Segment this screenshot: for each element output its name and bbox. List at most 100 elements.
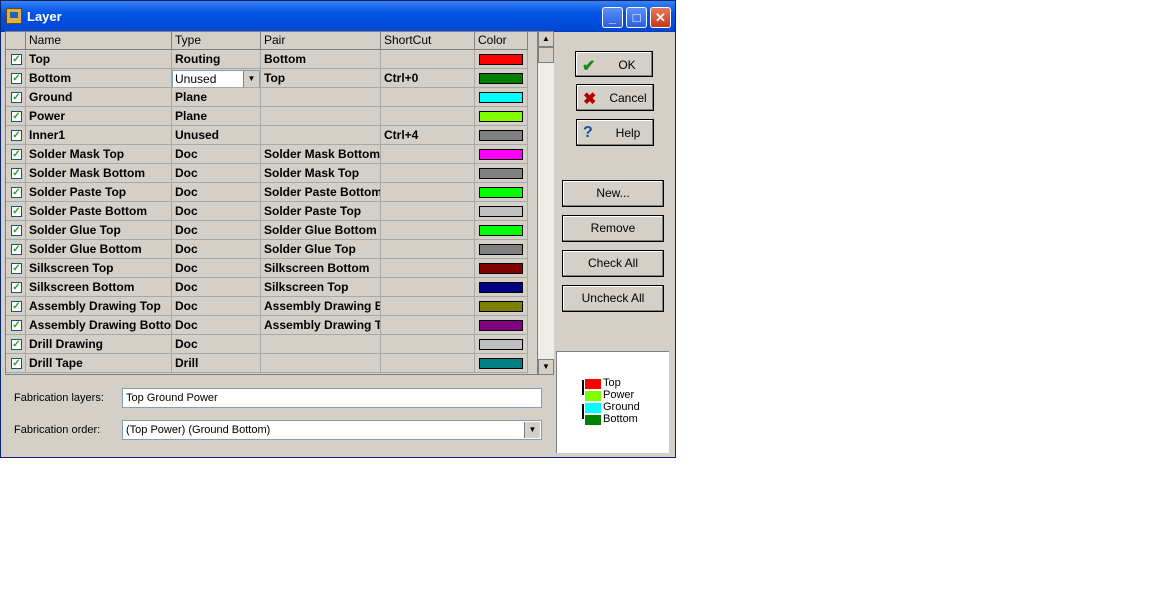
type-cell[interactable]: Doc	[172, 183, 261, 202]
shortcut-cell[interactable]	[381, 297, 475, 316]
checkmark-icon[interactable]: ✓	[11, 130, 22, 141]
name-cell[interactable]: Solder Glue Top	[26, 221, 172, 240]
color-cell[interactable]	[475, 221, 528, 240]
title-bar[interactable]: Layer _ □ ✕	[1, 1, 675, 32]
checkmark-icon[interactable]: ✓	[11, 225, 22, 236]
pair-cell[interactable]: Solder Mask Top	[261, 164, 381, 183]
checkmark-icon[interactable]: ✓	[11, 282, 22, 293]
color-cell[interactable]	[475, 202, 528, 221]
new-button[interactable]: New...	[562, 180, 664, 207]
color-swatch[interactable]	[479, 263, 523, 274]
color-swatch[interactable]	[479, 130, 523, 141]
type-cell[interactable]: Doc	[172, 221, 261, 240]
row-visible-checkbox[interactable]: ✓	[6, 335, 26, 354]
check-all-button[interactable]: Check All	[562, 250, 664, 277]
name-cell[interactable]: Silkscreen Top	[26, 259, 172, 278]
name-cell[interactable]: Bottom	[26, 69, 172, 88]
pair-cell[interactable]	[261, 88, 381, 107]
row-visible-checkbox[interactable]: ✓	[6, 107, 26, 126]
header-name[interactable]: Name	[26, 32, 172, 50]
row-visible-checkbox[interactable]: ✓	[6, 202, 26, 221]
header-type[interactable]: Type	[172, 32, 261, 50]
pair-cell[interactable]	[261, 354, 381, 373]
pair-cell[interactable]: Assembly Drawing Bo	[261, 297, 381, 316]
name-cell[interactable]: Top	[26, 50, 172, 69]
type-cell[interactable]: Unused	[172, 126, 261, 145]
table-row[interactable]: ✓ Bottom Unused ▼ Top Ctrl+0	[6, 69, 537, 88]
type-cell[interactable]: Doc	[172, 145, 261, 164]
shortcut-cell[interactable]	[381, 183, 475, 202]
shortcut-cell[interactable]: Ctrl+0	[381, 69, 475, 88]
table-row[interactable]: ✓ Top Routing Bottom	[6, 50, 537, 69]
type-cell[interactable]: Doc	[172, 240, 261, 259]
color-cell[interactable]	[475, 69, 528, 88]
maximize-button[interactable]: □	[626, 7, 647, 28]
color-swatch[interactable]	[479, 225, 523, 236]
type-cell[interactable]: Doc	[172, 316, 261, 335]
type-cell[interactable]: Doc	[172, 202, 261, 221]
shortcut-cell[interactable]	[381, 50, 475, 69]
scroll-thumb[interactable]	[538, 47, 554, 63]
color-swatch[interactable]	[479, 358, 523, 369]
type-cell[interactable]: Doc	[172, 259, 261, 278]
name-cell[interactable]: Solder Glue Bottom	[26, 240, 172, 259]
checkmark-icon[interactable]: ✓	[11, 111, 22, 122]
color-cell[interactable]	[475, 107, 528, 126]
row-visible-checkbox[interactable]: ✓	[6, 259, 26, 278]
uncheck-all-button[interactable]: Uncheck All	[562, 285, 664, 312]
type-cell[interactable]: Doc	[172, 297, 261, 316]
color-swatch[interactable]	[479, 244, 523, 255]
pair-cell[interactable]: Bottom	[261, 50, 381, 69]
checkmark-icon[interactable]: ✓	[11, 358, 22, 369]
color-swatch[interactable]	[479, 206, 523, 217]
checkmark-icon[interactable]: ✓	[11, 301, 22, 312]
checkmark-icon[interactable]: ✓	[11, 92, 22, 103]
help-button[interactable]: ? Help	[576, 119, 654, 146]
color-cell[interactable]	[475, 240, 528, 259]
name-cell[interactable]: Power	[26, 107, 172, 126]
name-cell[interactable]: Inner1	[26, 126, 172, 145]
color-swatch[interactable]	[479, 339, 523, 350]
color-swatch[interactable]	[479, 149, 523, 160]
row-visible-checkbox[interactable]: ✓	[6, 221, 26, 240]
name-cell[interactable]: Solder Paste Bottom	[26, 202, 172, 221]
color-cell[interactable]	[475, 278, 528, 297]
header-color[interactable]: Color	[475, 32, 528, 50]
type-cell[interactable]: Doc	[172, 278, 261, 297]
type-cell[interactable]: Plane	[172, 107, 261, 126]
shortcut-cell[interactable]	[381, 221, 475, 240]
row-visible-checkbox[interactable]: ✓	[6, 50, 26, 69]
shortcut-cell[interactable]: Ctrl+4	[381, 126, 475, 145]
shortcut-cell[interactable]	[381, 88, 475, 107]
header-shortcut[interactable]: ShortCut	[381, 32, 475, 50]
row-visible-checkbox[interactable]: ✓	[6, 354, 26, 373]
color-cell[interactable]	[475, 316, 528, 335]
table-row[interactable]: ✓ Power Plane	[6, 107, 537, 126]
type-cell[interactable]: Unused ▼	[172, 69, 261, 88]
shortcut-cell[interactable]	[381, 335, 475, 354]
color-cell[interactable]	[475, 145, 528, 164]
shortcut-cell[interactable]	[381, 202, 475, 221]
fabrication-order-select[interactable]: (Top Power) (Ground Bottom) ▼	[122, 420, 542, 440]
pair-cell[interactable]	[261, 335, 381, 354]
pair-cell[interactable]: Solder Glue Bottom	[261, 221, 381, 240]
scroll-up-icon[interactable]: ▲	[538, 31, 554, 47]
table-row[interactable]: ✓ Assembly Drawing Top Doc Assembly Drawing…	[6, 297, 537, 316]
name-cell[interactable]: Assembly Drawing Top	[26, 297, 172, 316]
row-visible-checkbox[interactable]: ✓	[6, 164, 26, 183]
type-cell[interactable]: Doc	[172, 164, 261, 183]
color-cell[interactable]	[475, 50, 528, 69]
color-cell[interactable]	[475, 335, 528, 354]
table-row[interactable]: ✓ Drill Tape Drill	[6, 354, 537, 373]
row-visible-checkbox[interactable]: ✓	[6, 145, 26, 164]
checkmark-icon[interactable]: ✓	[11, 73, 22, 84]
pair-cell[interactable]: Solder Mask Bottom	[261, 145, 381, 164]
shortcut-cell[interactable]	[381, 107, 475, 126]
fabrication-layers-field[interactable]: Top Ground Power	[122, 388, 542, 408]
pair-cell[interactable]: Solder Paste Bottom	[261, 183, 381, 202]
checkmark-icon[interactable]: ✓	[11, 263, 22, 274]
name-cell[interactable]: Ground	[26, 88, 172, 107]
pair-cell[interactable]	[261, 107, 381, 126]
grid-scrollbar[interactable]: ▲ ▼	[538, 31, 554, 375]
table-row[interactable]: ✓ Solder Glue Top Doc Solder Glue Bottom	[6, 221, 537, 240]
